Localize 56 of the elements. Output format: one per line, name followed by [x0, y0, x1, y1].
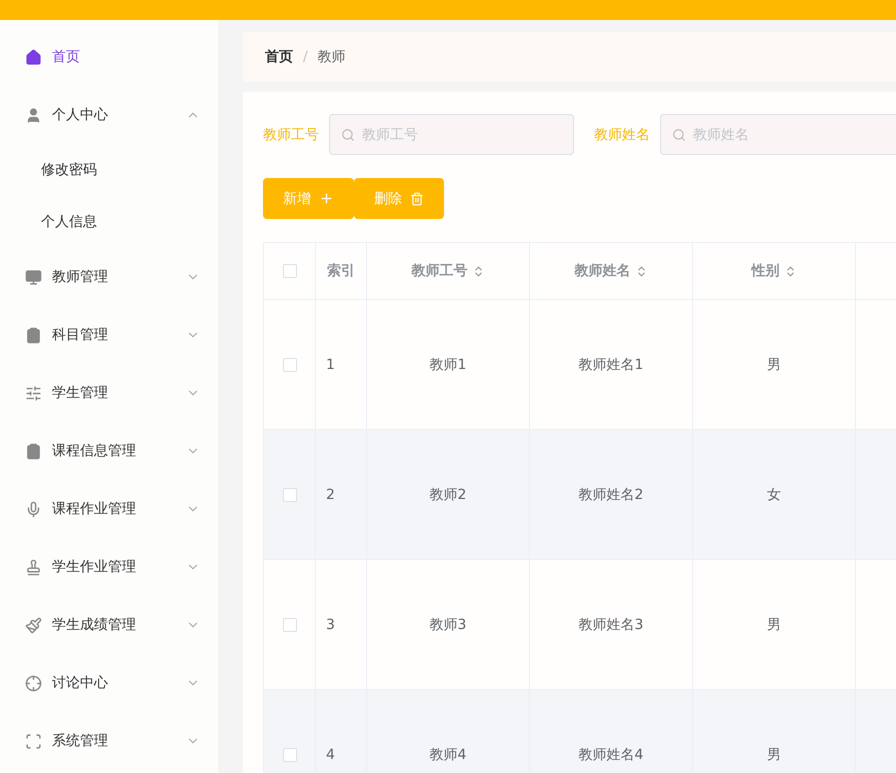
table-cell: 教师姓名3: [578, 616, 644, 632]
column-header: 索引: [327, 262, 355, 280]
sidebar-item[interactable]: 科目管理: [0, 306, 218, 364]
sidebar-subitem[interactable]: 修改密码: [0, 144, 218, 196]
breadcrumb-separator: /: [303, 49, 308, 65]
sidebar-item[interactable]: 课程作业管理: [0, 480, 218, 538]
clipboard-icon: [25, 326, 42, 344]
table-cell: 3: [326, 616, 335, 632]
crosshair-icon: [25, 674, 42, 692]
sidebar-item[interactable]: 学生管理: [0, 364, 218, 422]
breadcrumb-item[interactable]: 首页: [265, 48, 293, 66]
filter-label: 教师姓名: [594, 126, 650, 144]
table-cell: 男: [767, 616, 781, 632]
search-field[interactable]: 教师姓名: [660, 114, 896, 155]
sidebar-item[interactable]: 个人中心: [0, 86, 218, 144]
table-cell: 男: [767, 356, 781, 372]
plus-icon: [319, 191, 334, 206]
stamp-icon: [25, 558, 42, 576]
table-cell: 教师4: [430, 746, 466, 762]
breadcrumb-item: 教师: [318, 48, 346, 66]
sidebar-subitem[interactable]: 个人信息: [0, 196, 218, 248]
frame-icon: [25, 732, 42, 750]
table-cell: 女: [767, 486, 781, 502]
home-icon: [25, 48, 42, 66]
table-cell: 教师姓名2: [578, 486, 644, 502]
sidebar-item[interactable]: 教师管理: [0, 248, 218, 306]
sidebar-item[interactable]: 首页: [0, 28, 218, 86]
table-cell: 教师姓名1: [578, 356, 644, 372]
sidebar-item[interactable]: 学生作业管理: [0, 538, 218, 596]
sidebar-item[interactable]: 学生成绩管理: [0, 596, 218, 654]
search-icon: [341, 128, 355, 142]
checkbox[interactable]: [282, 358, 296, 372]
table-cell: 男: [767, 746, 781, 762]
search-icon: [672, 128, 686, 142]
sliders-icon: [25, 384, 42, 402]
sidebar-item[interactable]: 课程信息管理: [0, 422, 218, 480]
checkbox[interactable]: [282, 618, 296, 632]
table-cell: 教师1: [430, 356, 466, 372]
table-cell: 4: [326, 746, 335, 762]
checkbox[interactable]: [282, 264, 296, 278]
table-cell: 教师姓名4: [578, 746, 644, 762]
checkbox[interactable]: [282, 488, 296, 502]
brush-icon: [25, 616, 42, 634]
table-cell: 1: [326, 356, 335, 372]
user-icon: [25, 106, 42, 124]
table-cell: 2: [326, 486, 335, 502]
table-cell: 教师3: [430, 616, 466, 632]
filter-label: 教师工号: [263, 126, 319, 144]
table-cell: 教师2: [430, 486, 466, 502]
sidebar-item[interactable]: 系统管理: [0, 712, 218, 770]
trash-icon: [410, 192, 424, 206]
search-field[interactable]: 教师工号: [329, 114, 574, 155]
checkbox[interactable]: [282, 748, 296, 762]
microphone-icon: [25, 500, 42, 518]
monitor-icon: [25, 268, 42, 286]
sidebar-item[interactable]: 讨论中心: [0, 654, 218, 712]
